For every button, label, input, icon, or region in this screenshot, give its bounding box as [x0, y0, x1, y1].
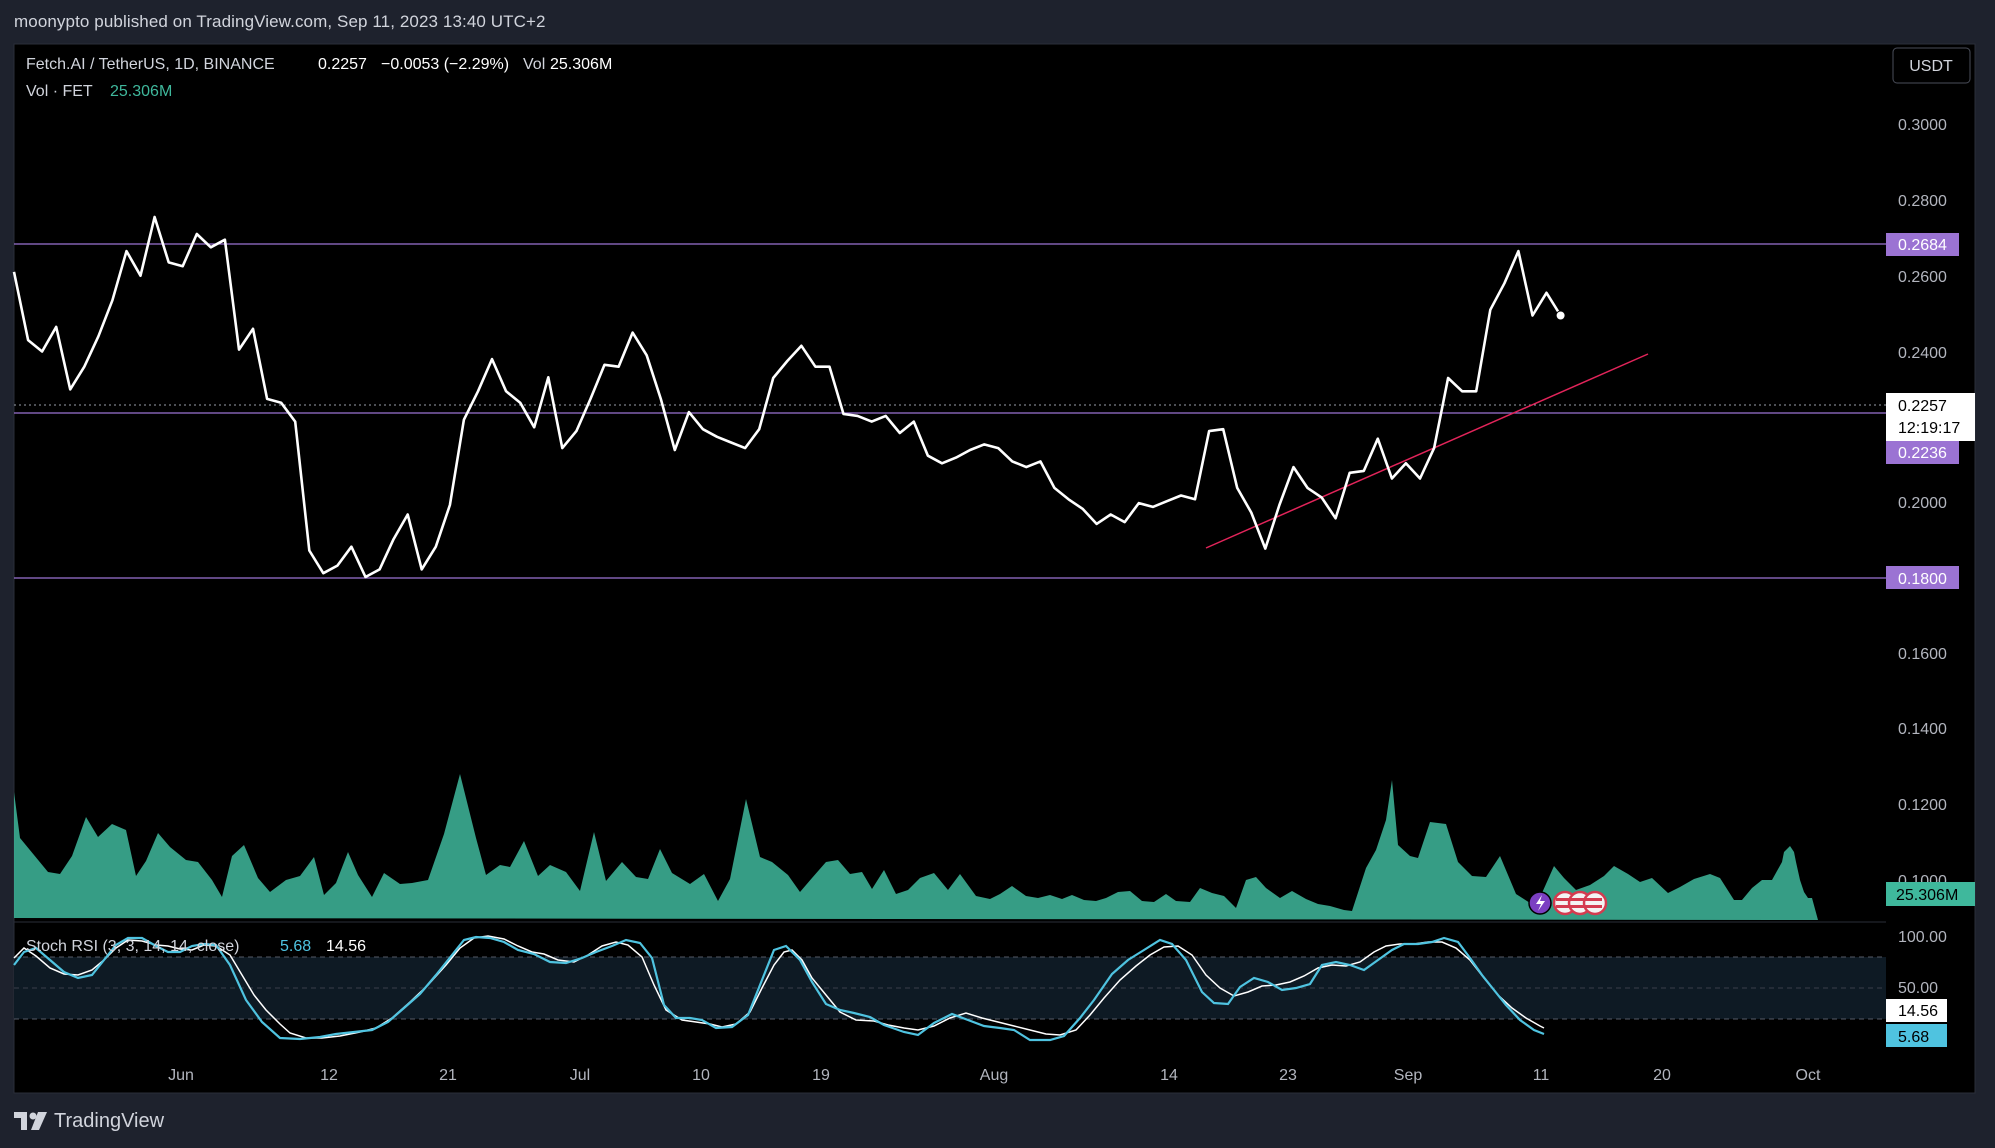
level-badge-1: 0.2236: [1886, 441, 1959, 464]
volume-legend-value: 25.306M: [110, 83, 172, 100]
flag-stripe: [1556, 905, 1602, 908]
symbol-vol-label: Vol: [523, 56, 545, 73]
time-tick: 12: [320, 1067, 338, 1084]
stoch-d-badge: 14.56: [1886, 999, 1947, 1022]
time-tick: 10: [692, 1067, 710, 1084]
svg-text:0.2236: 0.2236: [1898, 445, 1947, 462]
last-price-badge: 0.2257 12:19:17: [1886, 393, 1975, 441]
svg-text:0.2684: 0.2684: [1898, 237, 1947, 254]
time-tick: 23: [1279, 1067, 1297, 1084]
currency-button[interactable]: USDT: [1892, 47, 1971, 84]
time-tick: Jun: [168, 1067, 194, 1084]
stoch-legend-label: Stoch RSI (3, 3, 14, 14, close): [26, 938, 239, 955]
price-tick: 0.1200: [1898, 797, 1947, 814]
event-icons[interactable]: [1528, 890, 1608, 916]
svg-text:0.1800: 0.1800: [1898, 571, 1947, 588]
symbol-last: 0.2257: [318, 56, 367, 73]
currency-button-label[interactable]: USDT: [1909, 58, 1953, 75]
time-tick: Oct: [1796, 1067, 1821, 1084]
symbol-change: −0.0053 (−2.29%): [381, 56, 509, 73]
svg-text:5.68: 5.68: [1898, 1029, 1929, 1046]
stoch-tick: 50.00: [1898, 980, 1938, 997]
symbol-name: Fetch.AI / TetherUS, 1D, BINANCE: [26, 56, 275, 73]
last-price-dot: [1555, 310, 1566, 321]
price-tick: 0.2000: [1898, 495, 1947, 512]
tradingview-logo[interactable]: TradingView: [14, 1107, 164, 1135]
chart-background: [14, 44, 1975, 1093]
time-tick: 20: [1653, 1067, 1671, 1084]
price-tick: 0.1600: [1898, 646, 1947, 663]
time-tick: 14: [1160, 1067, 1178, 1084]
time-tick: Sep: [1394, 1067, 1423, 1084]
price-tick: 0.2400: [1898, 345, 1947, 362]
svg-text:14.56: 14.56: [1898, 1003, 1938, 1020]
stoch-legend-d: 14.56: [326, 938, 366, 955]
stoch-legend-k: 5.68: [280, 938, 311, 955]
price-tick: 0.2600: [1898, 269, 1947, 286]
chart-canvas[interactable]: Fetch.AI / TetherUS, 1D, BINANCE 0.2257 …: [0, 0, 1995, 1148]
tradingview-logo-icon: [14, 1112, 47, 1130]
flag-stripe: [1556, 898, 1602, 901]
us-flag-icon[interactable]: [1582, 890, 1608, 916]
stoch-tick: 100.00: [1898, 929, 1947, 946]
last-price-value: 0.2257: [1898, 398, 1947, 415]
time-tick: 21: [439, 1067, 457, 1084]
time-tick: Jul: [570, 1067, 590, 1084]
price-tick: 0.3000: [1898, 117, 1947, 134]
level-badge-0: 0.2684: [1886, 233, 1959, 256]
stoch-k-badge: 5.68: [1886, 1024, 1947, 1047]
price-tick: 0.1400: [1898, 721, 1947, 738]
time-tick: 19: [812, 1067, 830, 1084]
time-tick: Aug: [980, 1067, 1008, 1084]
level-badge-2: 0.1800: [1886, 566, 1959, 589]
bar-countdown: 12:19:17: [1898, 420, 1960, 437]
symbol-vol-value: 25.306M: [550, 56, 612, 73]
price-tick: 0.2800: [1898, 193, 1947, 210]
tradingview-logo-text: TradingView: [54, 1109, 165, 1132]
volume-badge: 25.306M: [1886, 882, 1975, 906]
svg-text:25.306M: 25.306M: [1896, 887, 1958, 904]
volume-legend-label: Vol · FET: [26, 83, 93, 100]
time-tick: 11: [1533, 1067, 1550, 1084]
